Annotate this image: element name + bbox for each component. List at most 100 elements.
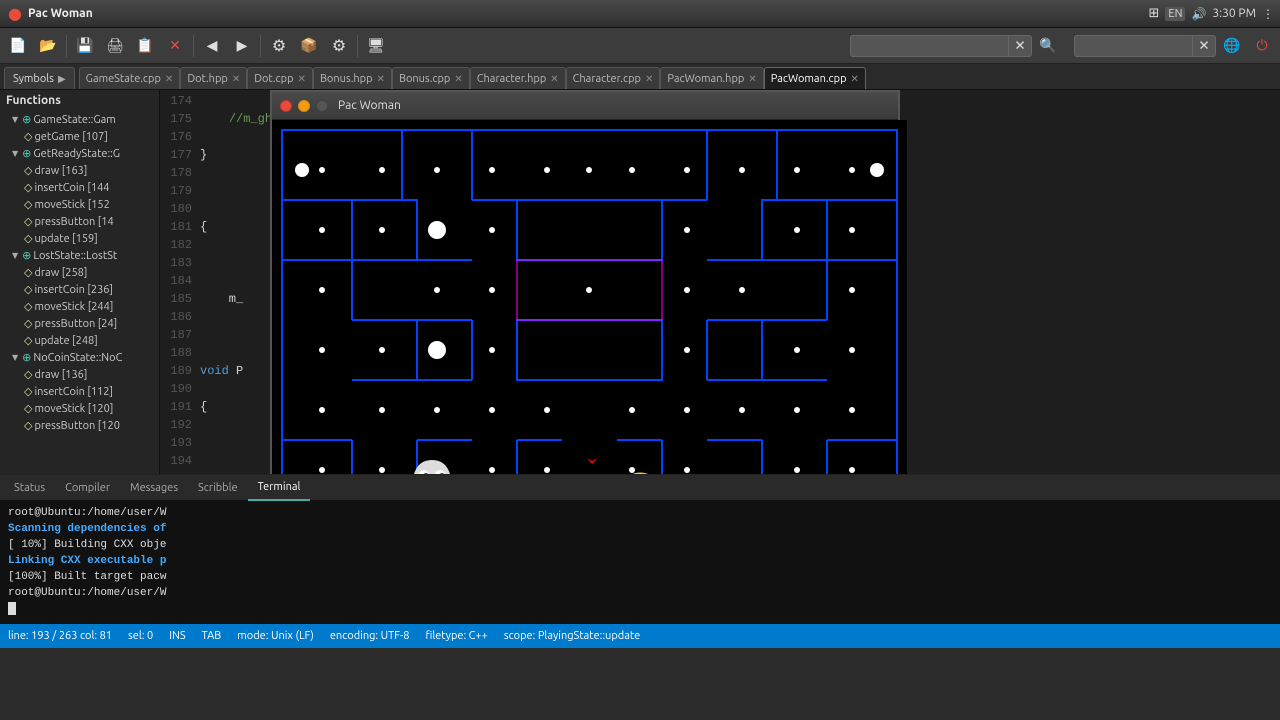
tab-close-icon[interactable]: ✕ — [377, 73, 385, 85]
open-button[interactable]: 📂 — [34, 32, 62, 60]
tab-label: Dot.cpp — [254, 73, 293, 85]
tab-character-cpp[interactable]: Character.cpp ✕ — [566, 67, 661, 89]
sidebar-item-insertcoin236[interactable]: ◇ insertCoin [236] — [0, 281, 159, 298]
tab-label: Compiler — [65, 482, 110, 494]
terminal-line-3: [ 10%] Building CXX obje — [8, 537, 1272, 553]
sidebar-item-draw258[interactable]: ◇ draw [258] — [0, 264, 159, 281]
tab-close-icon[interactable]: ✕ — [298, 73, 306, 85]
close-file-button[interactable]: ✕ — [161, 32, 189, 60]
print-button[interactable]: 🖨 — [101, 32, 129, 60]
tab-label: Character.hpp — [477, 73, 547, 85]
sidebar-item-movestick120[interactable]: ◇ moveStick [120] — [0, 400, 159, 417]
game-close-button[interactable] — [280, 100, 292, 112]
func-icon: ◇ — [24, 266, 32, 279]
copy-button[interactable]: 📋 — [131, 32, 159, 60]
sidebar-item-draw163[interactable]: ◇ draw [163] — [0, 162, 159, 179]
search-clear-button-2[interactable]: ✕ — [1192, 35, 1216, 57]
terminal-content[interactable]: root@Ubuntu:/home/user/W Scanning depend… — [0, 501, 1280, 625]
sidebar-item-pressbutton14[interactable]: ◇ pressButton [14 — [0, 213, 159, 230]
power-button[interactable]: ⏻ — [1248, 32, 1276, 60]
game-maximize-button[interactable] — [316, 100, 328, 112]
tree-item-label: getGame [107] — [34, 131, 107, 143]
settings1-button[interactable]: ⚙ — [265, 32, 293, 60]
func-icon: ◇ — [24, 334, 32, 347]
forward-button[interactable]: ▶ — [228, 32, 256, 60]
sidebar-item-insertcoin144[interactable]: ◇ insertCoin [144 — [0, 179, 159, 196]
tree-item-label: pressButton [120 — [34, 420, 119, 432]
back-button[interactable]: ◀ — [198, 32, 226, 60]
tab-dot-cpp[interactable]: Dot.cpp ✕ — [247, 67, 313, 89]
tab-close-icon[interactable]: ✕ — [232, 73, 240, 85]
search-button[interactable]: 🔍 — [1034, 32, 1062, 60]
sidebar-item-pressbutton120[interactable]: ◇ pressButton [120 — [0, 417, 159, 434]
bottom-tabs: Status Compiler Messages Scribble Termin… — [0, 475, 1280, 501]
menu-icon[interactable]: ⋮ — [1262, 7, 1274, 21]
sidebar-item-movestick152[interactable]: ◇ moveStick [152 — [0, 196, 159, 213]
sidebar-item-loststate[interactable]: ▼ ⊕ LostState::LostSt — [0, 247, 159, 264]
symbols-tab[interactable]: Symbols ▶ — [4, 67, 75, 89]
package-button[interactable]: 📦 — [295, 32, 323, 60]
tree-item-label: pressButton [24] — [34, 318, 117, 330]
navigate-button[interactable]: 🌐 — [1218, 32, 1246, 60]
new-button[interactable]: 📄 — [4, 32, 32, 60]
sidebar-item-movestick244[interactable]: ◇ moveStick [244] — [0, 298, 159, 315]
sidebar-item-gamestate[interactable]: ▼ ⊕ GameState::Gam — [0, 111, 159, 128]
tree-item-label: update [159] — [34, 233, 97, 245]
search-input[interactable] — [850, 35, 1010, 57]
tab-bonus-hpp[interactable]: Bonus.hpp ✕ — [313, 67, 392, 89]
tab-label: PacWoman.cpp — [771, 73, 847, 85]
sidebar-item-getgame[interactable]: ◇ getGame [107] — [0, 128, 159, 145]
ide-toolbar: 📄 📂 💾 🖨 📋 ✕ ◀ ▶ ⚙ 📦 ⚙ 🖥 ✕ 🔍 ✕ 🌐 ⏻ — [0, 28, 1280, 64]
tab-label: Terminal — [258, 481, 301, 493]
close-icon[interactable]: ● — [6, 5, 24, 23]
tab-label: Bonus.cpp — [399, 73, 450, 85]
game-window[interactable]: Pac Woman — [270, 90, 900, 474]
sidebar-item-insertcoin112[interactable]: ◇ insertCoin [112] — [0, 383, 159, 400]
sidebar-item-update159[interactable]: ◇ update [159] — [0, 230, 159, 247]
class-icon: ⊕ — [22, 113, 31, 126]
game-canvas[interactable]: PACKT ▶ VIDEO — [272, 120, 907, 474]
sidebar-item-nocoinstate[interactable]: ▼ ⊕ NoCoinState::NoC — [0, 349, 159, 366]
game-minimize-button[interactable] — [298, 100, 310, 112]
tab-scribble[interactable]: Scribble — [188, 475, 248, 501]
tab-status[interactable]: Status — [4, 475, 55, 501]
tab-label: Status — [14, 482, 45, 494]
main-area: Functions ▼ ⊕ GameState::Gam ◇ getGame [… — [0, 90, 1280, 474]
monitor-button[interactable]: 🖥 — [362, 32, 390, 60]
editor[interactable]: 174 175 176 177 178 179 180 181 182 183 … — [160, 90, 1280, 474]
sidebar-item-draw136[interactable]: ◇ draw [136] — [0, 366, 159, 383]
tab-bonus-cpp[interactable]: Bonus.cpp ✕ — [392, 67, 470, 89]
search-clear-button[interactable]: ✕ — [1008, 35, 1032, 57]
sidebar-item-pressbutton24[interactable]: ◇ pressButton [24] — [0, 315, 159, 332]
tab-gamestate-cpp[interactable]: GameState.cpp ✕ — [79, 67, 181, 89]
tab-character-hpp[interactable]: Character.hpp ✕ — [470, 67, 566, 89]
tab-close-icon[interactable]: ✕ — [550, 73, 558, 85]
tab-pacwoman-cpp[interactable]: PacWoman.cpp ✕ — [764, 67, 866, 89]
tab-close-icon[interactable]: ✕ — [851, 73, 859, 85]
tab-close-icon[interactable]: ✕ — [645, 73, 653, 85]
encoding-status: encoding: UTF-8 — [330, 630, 410, 642]
sidebar-item-getreadystate[interactable]: ▼ ⊕ GetReadyState::G — [0, 145, 159, 162]
tab-pacwoman-hpp[interactable]: PacWoman.hpp ✕ — [660, 67, 763, 89]
tab-close-icon[interactable]: ✕ — [748, 73, 756, 85]
tab-messages[interactable]: Messages — [120, 475, 188, 501]
func-icon: ◇ — [24, 198, 32, 211]
tab-label: Scribble — [198, 482, 238, 494]
tab-terminal[interactable]: Terminal — [248, 475, 311, 501]
tab-close-icon[interactable]: ✕ — [454, 73, 462, 85]
terminal-line-1: root@Ubuntu:/home/user/W — [8, 505, 1272, 521]
filetype-status: filetype: C++ — [425, 630, 487, 642]
tree-item-label: update [248] — [34, 335, 97, 347]
tree-item-label: draw [163] — [34, 165, 87, 177]
tab-compiler[interactable]: Compiler — [55, 475, 120, 501]
func-icon: ◇ — [24, 130, 32, 143]
tab-close-icon[interactable]: ✕ — [165, 73, 173, 85]
tab-label: Messages — [130, 482, 178, 494]
settings2-button[interactable]: ⚙ — [325, 32, 353, 60]
tab-dot-hpp[interactable]: Dot.hpp ✕ — [180, 67, 247, 89]
sidebar-item-update248[interactable]: ◇ update [248] — [0, 332, 159, 349]
tab-status: TAB — [202, 630, 222, 642]
search-input-2[interactable] — [1074, 35, 1194, 57]
save-button[interactable]: 💾 — [71, 32, 99, 60]
window-icon[interactable]: ⊞ — [1149, 6, 1160, 21]
